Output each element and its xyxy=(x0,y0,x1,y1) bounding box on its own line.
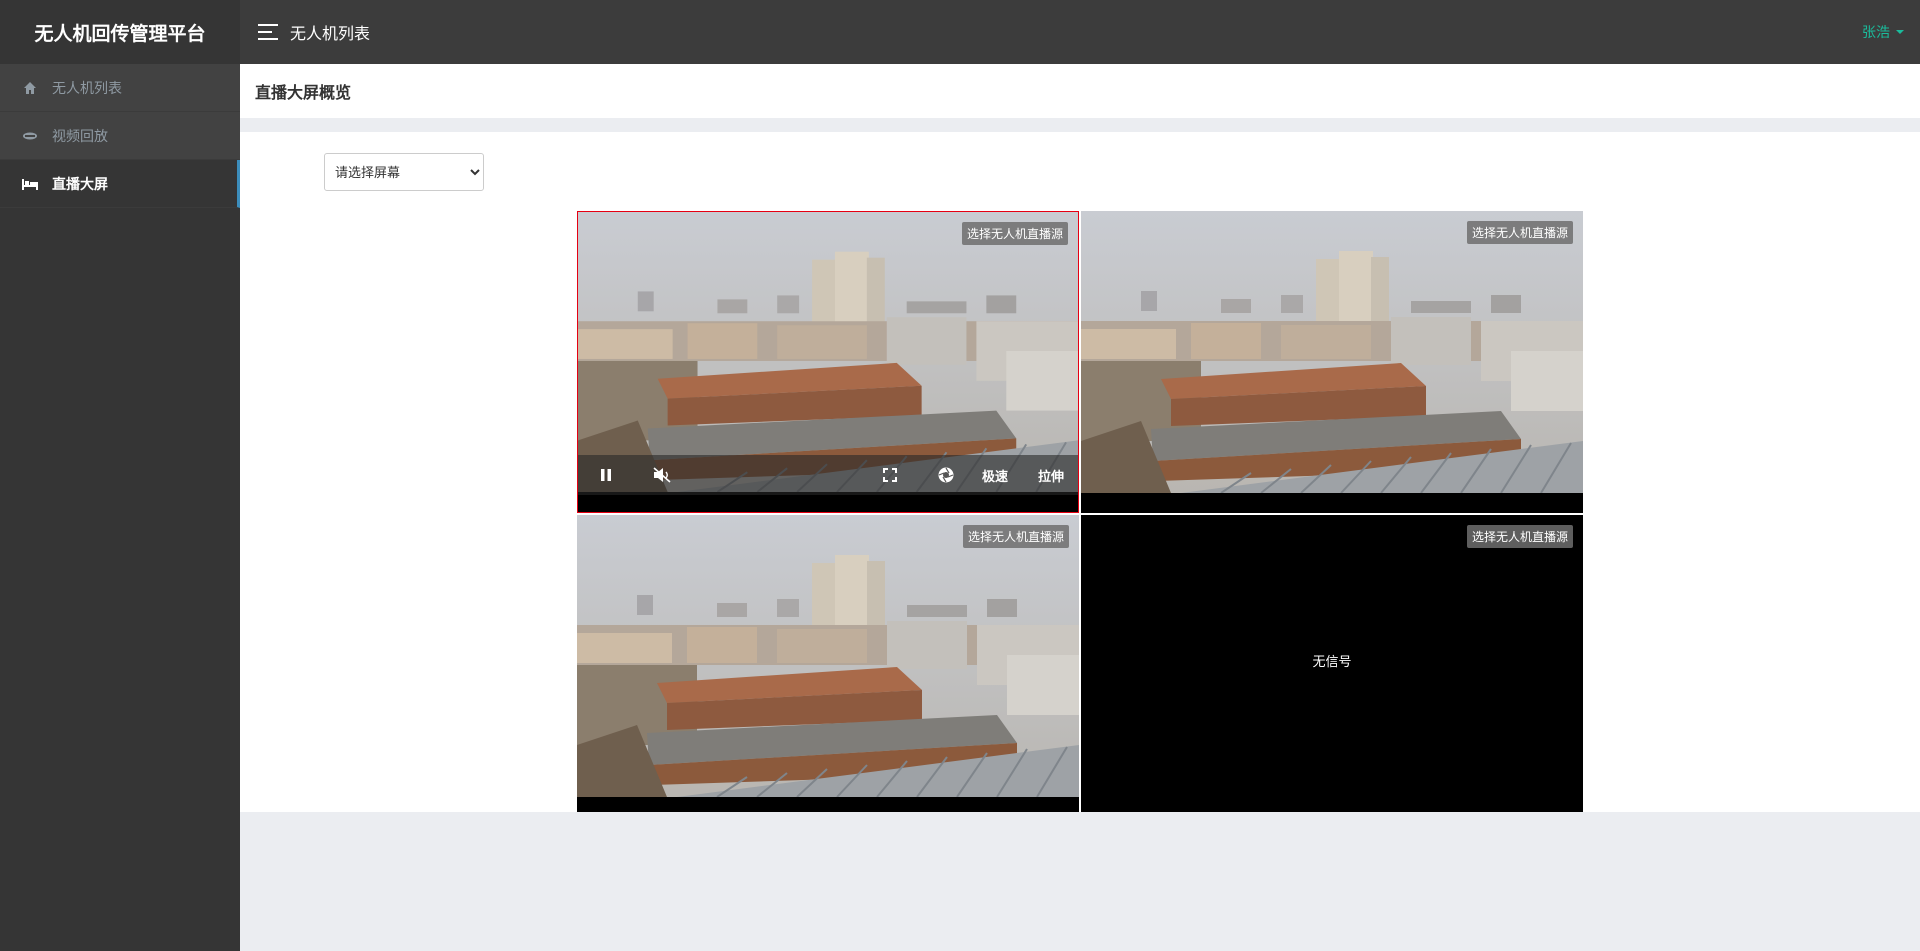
brand-title: 无人机回传管理平台 xyxy=(0,0,240,64)
select-source-button[interactable]: 选择无人机直播源 xyxy=(1466,525,1573,548)
bed-icon xyxy=(22,176,38,192)
pause-icon[interactable] xyxy=(596,468,616,482)
sidebar-item-label: 视频回放 xyxy=(52,128,108,145)
mute-icon[interactable] xyxy=(650,467,674,483)
video-cell-1[interactable]: 选择无人机直播源 极速 拉伸 xyxy=(577,211,1079,513)
sidebar-item-drone-list[interactable]: 无人机列表 xyxy=(0,64,240,112)
home-icon xyxy=(22,80,38,96)
camera-shutter-icon[interactable] xyxy=(936,467,956,483)
video-cell-3[interactable]: 选择无人机直播源 xyxy=(577,515,1079,812)
user-name: 张浩 xyxy=(1862,25,1890,41)
user-menu[interactable]: 张浩 xyxy=(1862,0,1904,64)
top-bar: 无人机列表 张浩 xyxy=(240,0,1920,64)
screen-select[interactable]: 请选择屏幕 xyxy=(324,153,484,191)
top-bar-title: 无人机列表 xyxy=(290,24,371,43)
select-source-button[interactable]: 选择无人机直播源 xyxy=(961,222,1068,245)
sidebar-item-video-playback[interactable]: 视频回放 xyxy=(0,112,240,160)
no-signal-text: 无信号 xyxy=(1312,655,1352,670)
sidebar-item-label: 直播大屏 xyxy=(52,176,108,193)
drone-icon xyxy=(22,128,38,144)
live-video-frame xyxy=(578,212,1078,492)
video-cell-4[interactable]: 选择无人机直播源 无信号 xyxy=(1081,515,1583,812)
menu-toggle-icon[interactable] xyxy=(258,24,278,40)
video-cell-2[interactable]: 选择无人机直播源 xyxy=(1081,211,1583,513)
speed-button[interactable]: 极速 xyxy=(982,466,1008,485)
stretch-button[interactable]: 拉伸 xyxy=(1038,466,1064,485)
select-source-button[interactable]: 选择无人机直播源 xyxy=(962,525,1069,548)
player-controls: 极速 拉伸 xyxy=(578,455,1078,495)
live-wall-panel: 请选择屏幕 选择无人机直播源 极速 拉伸 选择无人机直播源 选择无人机直播源 选… xyxy=(240,132,1920,812)
page-title: 直播大屏概览 xyxy=(240,64,1920,118)
sidebar-item-label: 无人机列表 xyxy=(52,80,122,97)
sidebar-item-live-wall[interactable]: 直播大屏 xyxy=(0,160,240,208)
caret-down-icon xyxy=(1896,30,1904,34)
select-source-button[interactable]: 选择无人机直播源 xyxy=(1466,221,1573,244)
sidebar: 无人机回传管理平台 无人机列表 视频回放 直播大屏 xyxy=(0,0,240,951)
live-video-frame xyxy=(577,515,1079,797)
live-video-frame xyxy=(1081,211,1583,493)
fullscreen-icon[interactable] xyxy=(880,468,900,482)
